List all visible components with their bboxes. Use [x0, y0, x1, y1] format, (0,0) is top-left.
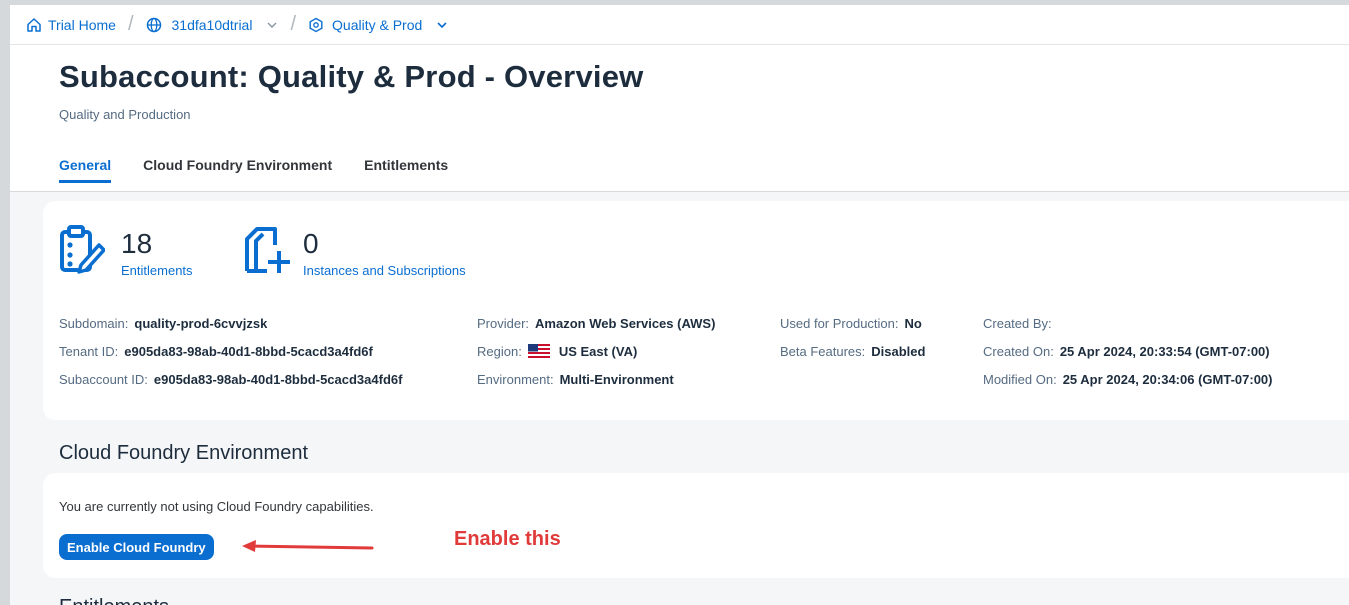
entitlements-count: 18 — [121, 228, 153, 259]
subaccount-id-label: Subaccount ID: — [59, 371, 148, 387]
tab-entitlements[interactable]: Entitlements — [364, 157, 448, 183]
cloud-foundry-card: You are currently not using Cloud Foundr… — [43, 473, 1349, 578]
environment-row: Environment: Multi-Environment — [477, 365, 715, 393]
subdomain-label: Subdomain: — [59, 315, 129, 331]
breadcrumb-global-account[interactable]: 31dfa10dtrial — [146, 17, 279, 33]
us-flag-icon — [527, 344, 550, 358]
modified-on-label: Modified On: — [983, 371, 1057, 387]
subaccount-id-row: Subaccount ID: e905da83-98ab-40d1-8bbd-5… — [59, 365, 402, 393]
subaccount-id-value: e905da83-98ab-40d1-8bbd-5cacd3a4fd6f — [153, 371, 403, 387]
environment-label: Environment: — [477, 371, 554, 387]
tenant-id-label: Tenant ID: — [59, 343, 119, 359]
enable-cloud-foundry-button[interactable]: Enable Cloud Foundry — [59, 534, 214, 560]
entitlements-section-title: Entitlements — [59, 596, 169, 605]
page: Trial Home / 31dfa10dtrial / Quality & P… — [10, 5, 1349, 605]
breadcrumb-separator: / — [290, 13, 297, 35]
provider-value: Amazon Web Services (AWS) — [535, 315, 716, 331]
cloud-foundry-message: You are currently not using Cloud Foundr… — [59, 499, 374, 514]
breadcrumb-subaccount-label: Quality & Prod — [332, 16, 423, 33]
annotation-arrow-icon — [242, 540, 374, 552]
page-title: Subaccount: Quality & Prod - Overview — [59, 59, 644, 94]
page-subtitle: Quality and Production — [59, 107, 191, 122]
annotation-text: Enable this — [454, 528, 561, 550]
home-icon — [27, 17, 41, 32]
instances-icon — [245, 227, 290, 273]
chevron-down-icon[interactable] — [266, 19, 278, 31]
entitlements-stat: 18 Entitlements — [59, 225, 193, 278]
details-column-4: Created By: Created On: 25 Apr 2024, 20:… — [983, 309, 1273, 393]
breadcrumb-subaccount[interactable]: Quality & Prod — [308, 17, 448, 33]
created-by-row: Created By: — [983, 309, 1273, 337]
tenant-id-row: Tenant ID: e905da83-98ab-40d1-8bbd-5cacd… — [59, 337, 402, 365]
instances-count: 0 — [303, 228, 319, 259]
created-by-label: Created By: — [983, 315, 1052, 331]
details-column-2: Provider: Amazon Web Services (AWS) Regi… — [477, 309, 715, 393]
tab-cloud-foundry-environment[interactable]: Cloud Foundry Environment — [143, 157, 332, 183]
used-for-production-value: No — [904, 315, 922, 331]
object-page-header: Subaccount: Quality & Prod - Overview Qu… — [10, 45, 1349, 192]
entitlements-icon — [60, 225, 105, 274]
cloud-foundry-section-title: Cloud Foundry Environment — [59, 442, 309, 464]
region-row: Region: US East (VA) — [477, 337, 715, 365]
chevron-down-icon[interactable] — [436, 19, 448, 31]
provider-label: Provider: — [477, 315, 530, 331]
beta-features-row: Beta Features: Disabled — [780, 337, 925, 365]
breadcrumb-separator: / — [127, 13, 134, 35]
modified-on-row: Modified On: 25 Apr 2024, 20:34:06 (GMT-… — [983, 365, 1273, 393]
beta-features-label: Beta Features: — [780, 343, 866, 359]
region-label: Region: — [477, 343, 522, 359]
modified-on-value: 25 Apr 2024, 20:34:06 (GMT-07:00) — [1062, 371, 1273, 387]
created-on-row: Created On: 25 Apr 2024, 20:33:54 (GMT-0… — [983, 337, 1273, 365]
subdomain-row: Subdomain: quality-prod-6cvvjzsk — [59, 309, 402, 337]
instances-link[interactable]: Instances and Subscriptions — [303, 263, 466, 278]
overview-card: 18 Entitlements 0 Instances and Subscrip… — [43, 201, 1349, 420]
environment-value: Multi-Environment — [559, 371, 674, 387]
used-for-production-label: Used for Production: — [780, 315, 899, 331]
tenant-id-value: e905da83-98ab-40d1-8bbd-5cacd3a4fd6f — [124, 343, 373, 359]
instances-stat: 0 Instances and Subscriptions — [243, 225, 466, 278]
breadcrumb: Trial Home / 31dfa10dtrial / Quality & P… — [10, 5, 1349, 45]
details-column-1: Subdomain: quality-prod-6cvvjzsk Tenant … — [59, 309, 402, 393]
entitlements-link[interactable]: Entitlements — [121, 263, 193, 278]
provider-row: Provider: Amazon Web Services (AWS) — [477, 309, 715, 337]
subaccount-icon — [309, 17, 323, 32]
created-on-label: Created On: — [983, 343, 1054, 359]
globe-icon — [146, 17, 161, 32]
region-value: US East (VA) — [558, 343, 638, 359]
used-for-production-row: Used for Production: No — [780, 309, 925, 337]
beta-features-value: Disabled — [871, 343, 926, 359]
breadcrumb-home-label: Trial Home — [48, 16, 116, 33]
tab-bar: General Cloud Foundry Environment Entitl… — [59, 157, 448, 183]
breadcrumb-global-account-label: 31dfa10dtrial — [171, 16, 253, 33]
created-on-value: 25 Apr 2024, 20:33:54 (GMT-07:00) — [1059, 343, 1270, 359]
breadcrumb-home[interactable]: Trial Home — [26, 17, 116, 33]
subdomain-value: quality-prod-6cvvjzsk — [134, 315, 268, 331]
tab-general[interactable]: General — [59, 157, 112, 183]
details-column-3: Used for Production: No Beta Features: D… — [780, 309, 925, 365]
